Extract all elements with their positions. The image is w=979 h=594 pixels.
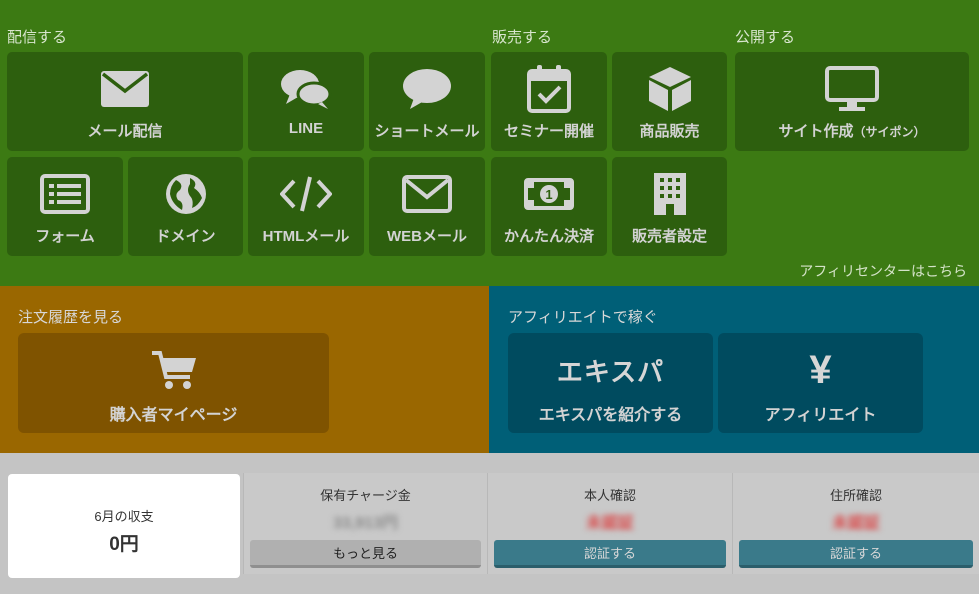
calendar-check-icon <box>491 64 607 114</box>
charge-card: 保有チャージ金 33,913円 もっと見る <box>243 473 487 574</box>
banknote-icon: 1 <box>491 169 607 219</box>
identity-verify-button[interactable]: 認証する <box>494 540 726 568</box>
tile-short-mail[interactable]: ショートメール <box>369 52 485 151</box>
charge-value: 33,913円 <box>333 515 398 532</box>
affiliate-panel: アフィリエイトで稼ぐ エキスパ エキスパを紹介する ¥ アフィリエイト <box>489 286 979 453</box>
affiliate-button-label: アフィリエイト <box>764 407 877 424</box>
monitor-icon <box>735 64 969 114</box>
services-panel: 配信する 販売する 公開する メール配信 LINE ショートメール セミナー開催… <box>0 0 979 286</box>
income-card: 6月の収支 0円 <box>8 474 240 578</box>
tile-label: ドメイン <box>155 228 216 245</box>
globe-icon <box>128 169 243 219</box>
ekispa-intro-button[interactable]: エキスパ エキスパを紹介する <box>508 333 713 433</box>
section-label-sell: 販売する <box>492 29 553 46</box>
tile-seller-settings[interactable]: 販売者設定 <box>612 157 727 256</box>
address-title: 住所確認 <box>829 488 882 503</box>
charge-title: 保有チャージ金 <box>320 488 411 503</box>
more-button[interactable]: もっと見る <box>250 540 481 568</box>
chat-bubbles-icon <box>248 64 364 114</box>
tile-web-mail[interactable]: WEBメール <box>369 157 485 256</box>
tile-label: かんたん決済 <box>503 228 594 245</box>
speech-bubble-icon <box>369 64 485 114</box>
income-value: 0円 <box>109 534 139 555</box>
identity-card: 本人確認 未認証 認証する <box>487 473 732 574</box>
tile-seminar[interactable]: セミナー開催 <box>491 52 607 151</box>
tile-label: メール配信 <box>87 123 163 140</box>
identity-title: 本人確認 <box>583 488 636 503</box>
affiliate-button[interactable]: ¥ アフィリエイト <box>718 333 923 433</box>
tile-label: サイト作成（サイポン） <box>735 120 969 141</box>
ekispa-logo: エキスパ <box>556 356 665 387</box>
buyer-mypage-label: 購入者マイページ <box>109 407 238 424</box>
ekispa-logo-wrap: エキスパ <box>508 345 713 395</box>
tile-label: セミナー開催 <box>503 123 594 140</box>
yen-icon: ¥ <box>809 348 832 392</box>
tile-label: ショートメール <box>374 123 480 140</box>
income-title: 6月の収支 <box>94 509 154 524</box>
svg-text:1: 1 <box>545 187 552 202</box>
tile-domain[interactable]: ドメイン <box>128 157 243 256</box>
tile-site-create[interactable]: サイト作成（サイポン） <box>735 52 969 151</box>
tile-product-sales[interactable]: 商品販売 <box>612 52 727 151</box>
tile-label: HTMLメール <box>262 228 350 245</box>
box-icon <box>612 64 727 114</box>
building-icon <box>612 169 727 219</box>
tile-label: 販売者設定 <box>631 228 707 245</box>
tile-html-mail[interactable]: HTMLメール <box>248 157 364 256</box>
section-label-distribute: 配信する <box>7 29 68 46</box>
tile-label-main: サイト作成 <box>778 123 854 140</box>
orders-panel: 注文履歴を見る 購入者マイページ <box>0 286 489 453</box>
tile-easy-payment[interactable]: 1 かんたん決済 <box>491 157 607 256</box>
affiliate-center-link[interactable]: アフィリセンターはこちら <box>799 261 967 281</box>
orders-label: 注文履歴を見る <box>18 309 124 326</box>
tile-label: フォーム <box>35 228 95 245</box>
yen-icon-wrap: ¥ <box>718 345 923 395</box>
tile-label: LINE <box>288 120 324 137</box>
code-icon <box>248 169 364 219</box>
address-card: 住所確認 未認証 認証する <box>732 473 979 574</box>
identity-status: 未認証 <box>585 515 634 532</box>
tile-label-sub: （サイポン） <box>853 125 926 139</box>
tile-line[interactable]: LINE <box>248 52 364 151</box>
address-status: 未認証 <box>831 515 880 532</box>
buyer-mypage-button[interactable]: 購入者マイページ <box>18 333 329 433</box>
affiliate-label: アフィリエイトで稼ぐ <box>508 309 658 326</box>
tile-form[interactable]: フォーム <box>7 157 123 256</box>
list-form-icon <box>7 169 123 219</box>
cart-icon <box>18 345 329 395</box>
envelope-icon <box>7 64 243 114</box>
section-label-publish: 公開する <box>735 29 796 46</box>
tile-mail-delivery[interactable]: メール配信 <box>7 52 243 151</box>
address-verify-button[interactable]: 認証する <box>739 540 973 568</box>
envelope-outline-icon <box>369 169 485 219</box>
tile-label: 商品販売 <box>639 123 700 140</box>
ekispa-intro-label: エキスパを紹介する <box>538 407 683 424</box>
tile-label: WEBメール <box>387 228 467 245</box>
